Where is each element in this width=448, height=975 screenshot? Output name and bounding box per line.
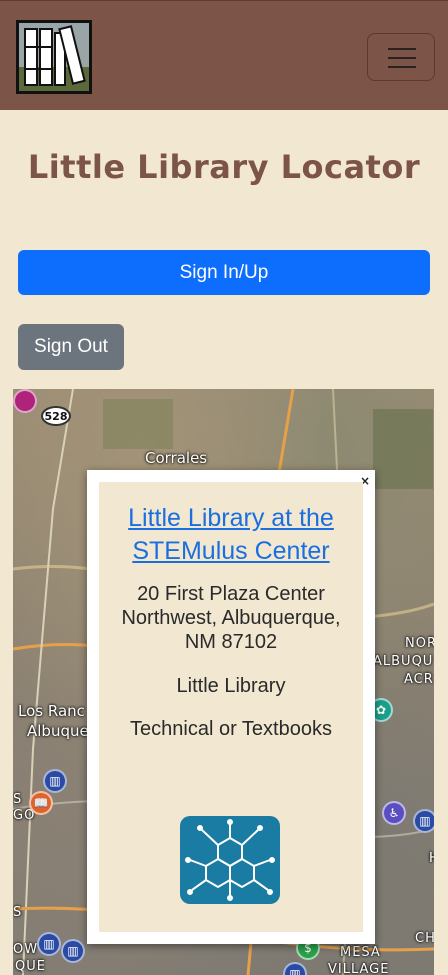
museum-marker-icon[interactable]: ▥: [413, 809, 434, 833]
map-label-mesa: MESA: [340, 945, 381, 960]
library-type: Little Library: [176, 675, 286, 697]
map-label-village: VILLAGE: [328, 962, 390, 975]
library-address: 20 First Plaza Center Northwest, Albuque…: [121, 583, 341, 653]
navbar: [0, 0, 448, 110]
sign-in-button[interactable]: Sign In/Up: [18, 250, 430, 295]
map-marker-icon[interactable]: [13, 389, 37, 413]
museum-marker-icon[interactable]: ▥: [61, 939, 85, 963]
map-label-ow: OW: [13, 942, 39, 957]
museum-marker-icon[interactable]: ▥: [43, 769, 67, 793]
map-label-north: NOR: [405, 636, 434, 651]
sign-out-button[interactable]: Sign Out: [18, 324, 124, 370]
popup-content: Little Library at the STEMulus Center 20…: [99, 482, 363, 932]
museum-marker-icon[interactable]: ▥: [37, 932, 61, 956]
location-popup: × Little Library at the STEMulus Center …: [87, 470, 375, 944]
hamburger-menu-icon[interactable]: [367, 33, 435, 81]
map-label-albuquerque: Albuque: [27, 722, 89, 740]
page-title: Little Library Locator: [27, 148, 421, 186]
library-marker-icon[interactable]: 📖: [29, 791, 53, 815]
map-label-los-ranchos: Los Ranc: [18, 702, 85, 720]
map-label-s-lower: S: [13, 905, 23, 920]
map-label-albuquerque-acres: ALBUQU: [373, 654, 434, 669]
library-title-link[interactable]: Little Library at the STEMulus Center: [111, 502, 351, 568]
map-label-que: QUE: [15, 959, 46, 974]
stemulus-hexagon-logo-icon: [180, 816, 280, 904]
highway-528-shield: 528: [41, 406, 71, 426]
accessibility-marker-icon[interactable]: ♿: [382, 801, 406, 825]
map-label-h: H: [429, 851, 434, 866]
book-stack-logo-icon[interactable]: [16, 20, 92, 94]
map-label-s: S: [13, 792, 23, 807]
map-label-ch: CH: [415, 931, 434, 946]
map-label-corrales: Corrales: [145, 449, 208, 467]
library-category: Technical or Textbooks: [130, 718, 332, 740]
map-label-acres: ACR: [404, 672, 434, 687]
